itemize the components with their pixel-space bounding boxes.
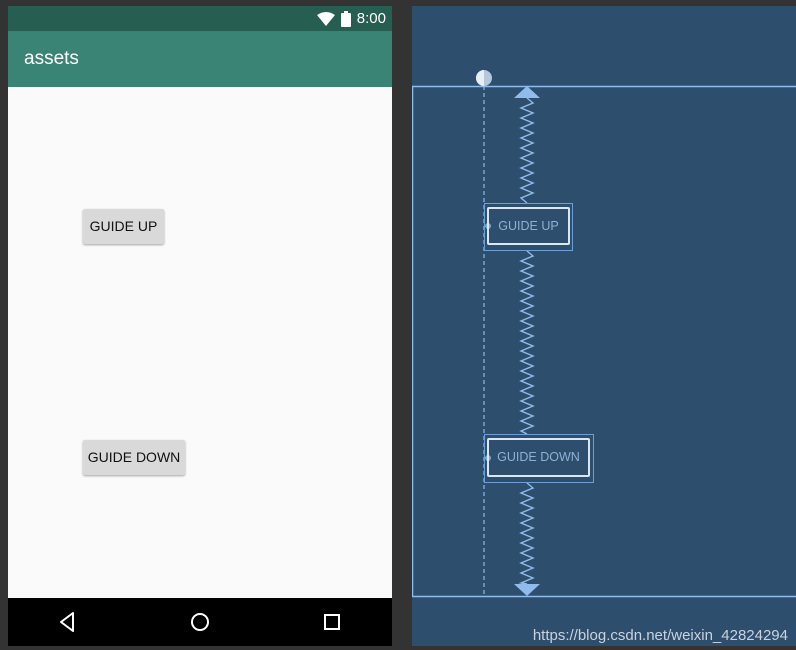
back-icon[interactable] [56, 610, 80, 634]
blueprint-constraints [412, 70, 796, 598]
bottom-anchor-icon [514, 584, 540, 596]
home-icon[interactable] [188, 610, 212, 634]
wifi-icon [316, 11, 335, 26]
app-title: assets [24, 48, 79, 69]
content-area: GUIDE UP GUIDE DOWN [8, 87, 392, 598]
constraint-spring-middle [519, 250, 535, 435]
status-time: 8:00 [356, 10, 386, 27]
layout-bounds [412, 85, 796, 598]
recents-icon[interactable] [320, 610, 344, 634]
constraint-spring-top [519, 97, 535, 204]
guide-up-blueprint[interactable]: GUIDE UP [487, 207, 570, 245]
status-icons: 8:00 [316, 6, 386, 31]
nav-bar [8, 598, 392, 646]
guide-up-button[interactable]: GUIDE UP [83, 209, 164, 244]
constraint-spring-bottom [518, 482, 535, 585]
watermark: https://blog.csdn.net/weixin_42824294 [532, 627, 788, 644]
guideline-handle-icon[interactable] [476, 70, 492, 86]
top-anchor-icon [514, 86, 540, 98]
status-bar: 8:00 [8, 6, 392, 31]
guide-down-blueprint[interactable]: GUIDE DOWN [487, 438, 590, 477]
blueprint-preview: GUIDE UP GUIDE DOWN [412, 6, 796, 646]
editor-canvas: 8:00 assets GUIDE UP GUIDE DOWN GUIDE UP… [0, 0, 796, 650]
guide-down-button[interactable]: GUIDE DOWN [83, 440, 185, 475]
app-bar: assets [8, 31, 392, 87]
design-preview: 8:00 assets GUIDE UP GUIDE DOWN [8, 6, 392, 646]
battery-icon [340, 10, 351, 27]
